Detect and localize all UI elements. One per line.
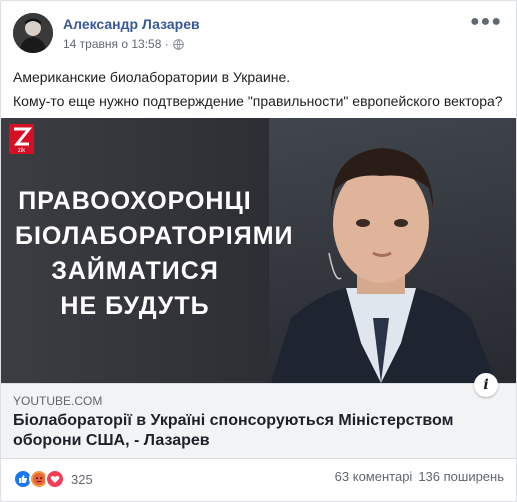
globe-icon[interactable] [172,38,184,50]
post-text-line: Кому-то еще нужно подтверждение "правиль… [13,93,503,109]
post-timestamp[interactable]: 14 травня о 13:58 · [63,37,169,51]
post-text-line: Американские биолаборатории в Украине. [13,69,291,85]
link-domain: YOUTUBE.COM [13,394,103,408]
post-text: Американские биолаборатории в Украине. К… [13,65,504,113]
link-title[interactable]: Біолабораторії в Україні спонсоруються М… [13,411,476,451]
shares-count[interactable]: 136 поширень [418,469,504,484]
more-options-icon[interactable]: ●●● [470,13,502,31]
image-caption-line: ПРАВООХОРОНЦІ [18,187,252,215]
image-caption: ПРАВООХОРОНЦІ БІОЛАБОРАТОРІЯМИ ЗАЙМАТИСЯ… [15,184,294,324]
channel-logo-text: zik [18,148,26,154]
image-caption-line: БІОЛАБОРАТОРІЯМИ [15,222,294,250]
channel-logo: zik [9,124,34,154]
post-footer: 325 63 коментарі 136 поширень [13,469,504,495]
link-preview-info[interactable]: i YOUTUBE.COM Біолабораторії в Україні с… [1,373,516,459]
engagement-stats: 63 коментарі 136 поширень [335,469,504,484]
image-caption-line: НЕ БУДУТЬ [60,292,210,320]
post-meta: 14 травня о 13:58 · [63,37,184,51]
love-icon [45,469,65,489]
post-header: Александр Лазарев 14 травня о 13:58 · ●●… [13,13,504,57]
post-card: Александр Лазарев 14 травня о 13:58 · ●●… [0,0,517,502]
author-name[interactable]: Александр Лазарев [63,16,200,32]
info-icon[interactable]: i [474,373,498,397]
reactions-summary[interactable]: 325 [13,469,93,489]
reaction-count: 325 [71,471,93,487]
comments-count[interactable]: 63 коментарі [335,469,413,484]
link-preview-image[interactable]: zik ПРАВООХОРОНЦІ БІОЛАБОРАТОРІЯМИ ЗАЙМА… [1,118,516,383]
image-caption-line: ЗАЙМАТИСЯ [51,257,219,285]
avatar[interactable] [13,13,53,53]
